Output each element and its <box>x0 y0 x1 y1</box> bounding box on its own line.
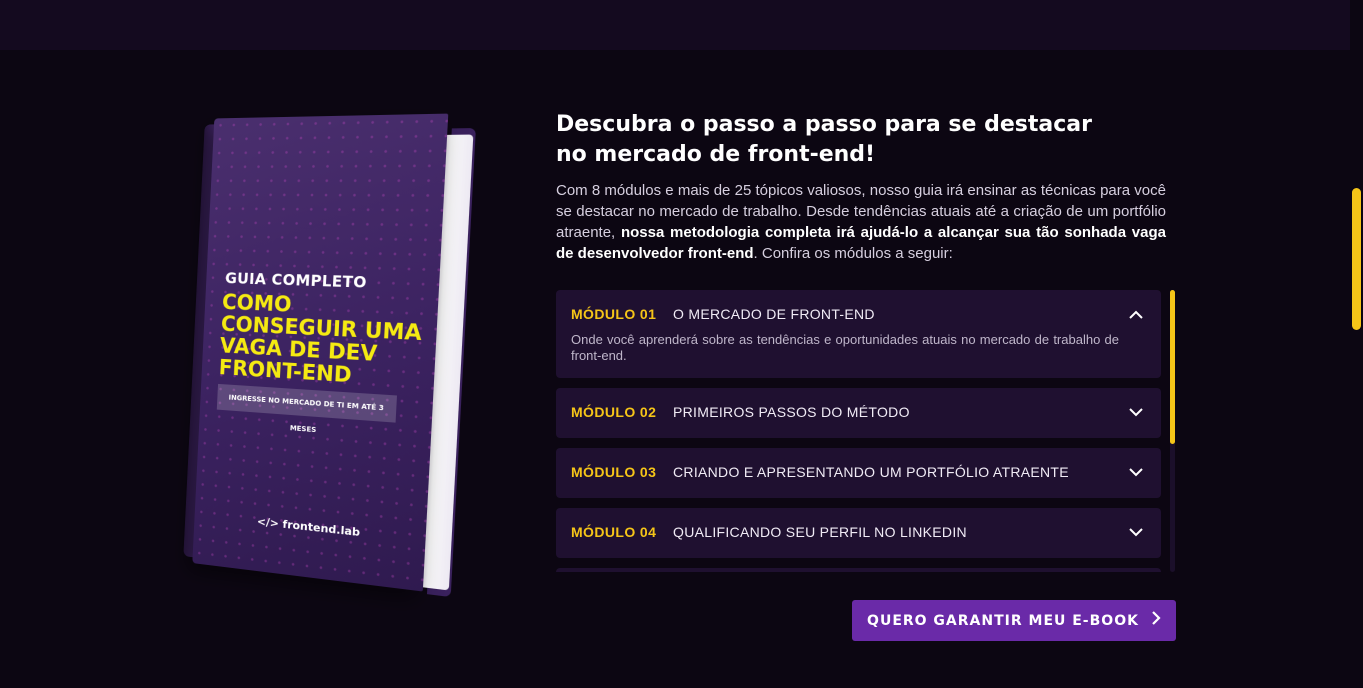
module-number: MÓDULO 03 <box>571 464 657 480</box>
top-header-bar <box>0 0 1363 50</box>
module-number: MÓDULO 02 <box>571 404 657 420</box>
module-number: MÓDULO 04 <box>571 524 657 540</box>
chevron-up-icon[interactable] <box>1126 304 1146 324</box>
section-headline: Descubra o passo a passo para se destaca… <box>556 112 1092 167</box>
module-item-03[interactable]: MÓDULO 03 CRIANDO E APRESENTANDO UM PORT… <box>556 448 1161 498</box>
page-scrollbar[interactable] <box>1350 0 1363 688</box>
brand-logo: </> frontend.lab <box>256 514 361 540</box>
ebook-3d: GUIA COMPLETO COMO CONSEGUIR UMA VAGA DE… <box>183 113 491 618</box>
section-intro: Com 8 módulos e mais de 25 tópicos valio… <box>556 180 1166 264</box>
accordion-scrollbar[interactable] <box>1170 290 1175 572</box>
ebook-cover-image: GUIA COMPLETO COMO CONSEGUIR UMA VAGA DE… <box>183 113 476 598</box>
book-kicker: GUIA COMPLETO <box>224 269 368 292</box>
book-cover: GUIA COMPLETO COMO CONSEGUIR UMA VAGA DE… <box>192 113 449 592</box>
module-number: MÓDULO 01 <box>571 306 657 322</box>
accordion-scrollbar-thumb[interactable] <box>1170 290 1175 444</box>
book-ribbon: INGRESSE NO MERCADO DE TI EM ATÉ 3 MESES <box>216 383 397 434</box>
book-title: COMO CONSEGUIR UMA VAGA DE DEV FRONT-END <box>218 289 423 388</box>
module-header[interactable]: MÓDULO 04 QUALIFICANDO SEU PERFIL NO LIN… <box>571 508 1146 556</box>
chevron-down-icon[interactable] <box>1126 522 1146 542</box>
module-header[interactable]: MÓDULO 03 CRIANDO E APRESENTANDO UM PORT… <box>571 448 1146 496</box>
module-title: O MERCADO DE FRONT-END <box>673 306 875 322</box>
buy-ebook-label: QUERO GARANTIR MEU E-BOOK <box>867 612 1139 629</box>
module-title: QUALIFICANDO SEU PERFIL NO LINKEDIN <box>673 524 967 540</box>
page-scrollbar-thumb[interactable] <box>1352 188 1361 330</box>
intro-text-2: . Confira os módulos a seguir: <box>753 245 953 262</box>
buy-ebook-button[interactable]: QUERO GARANTIR MEU E-BOOK <box>852 600 1176 641</box>
module-header[interactable]: MÓDULO 02 PRIMEIROS PASSOS DO MÉTODO <box>571 388 1146 436</box>
chevron-down-icon[interactable] <box>1126 462 1146 482</box>
module-title: PRIMEIROS PASSOS DO MÉTODO <box>673 404 910 420</box>
chevron-right-icon <box>1151 611 1161 630</box>
module-item-02[interactable]: MÓDULO 02 PRIMEIROS PASSOS DO MÉTODO <box>556 388 1161 438</box>
chevron-down-icon[interactable] <box>1126 402 1146 422</box>
module-item-01[interactable]: MÓDULO 01 O MERCADO DE FRONT-END Onde vo… <box>556 290 1161 378</box>
module-title: CRIANDO E APRESENTANDO UM PORTFÓLIO ATRA… <box>673 464 1069 480</box>
module-header[interactable]: MÓDULO 01 O MERCADO DE FRONT-END <box>571 290 1146 338</box>
modules-accordion: MÓDULO 01 O MERCADO DE FRONT-END Onde vo… <box>556 290 1161 572</box>
module-item-04[interactable]: MÓDULO 04 QUALIFICANDO SEU PERFIL NO LIN… <box>556 508 1161 558</box>
module-description: Onde você aprenderá sobre as tendências … <box>571 332 1119 363</box>
module-item-next[interactable] <box>556 568 1161 572</box>
